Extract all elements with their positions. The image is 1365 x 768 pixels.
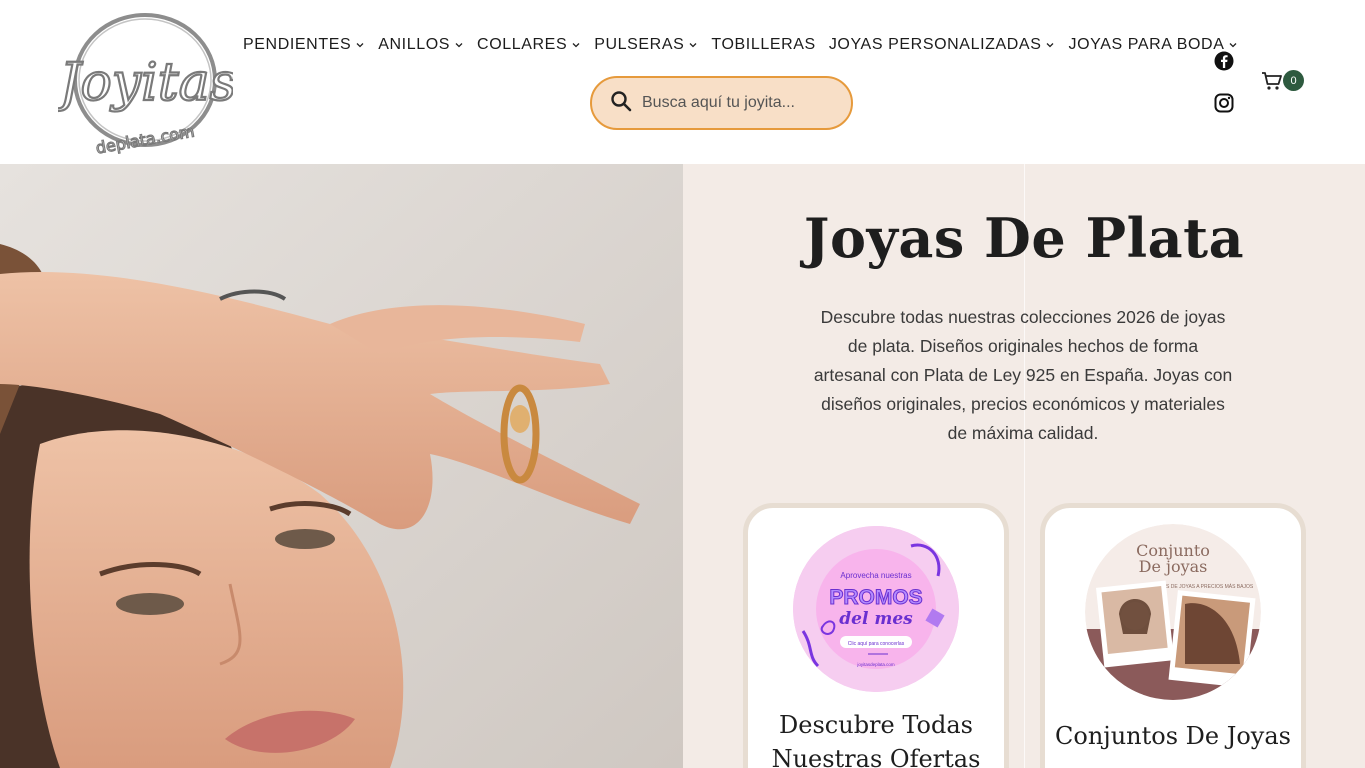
sets-image-line2: De joyas (1139, 557, 1208, 576)
chevron-down-icon (688, 40, 698, 50)
cart-count-badge: 0 (1283, 70, 1304, 91)
promo-image-button: Clic aquí para conocerlas (848, 641, 905, 647)
chevron-down-icon (1045, 40, 1055, 50)
chevron-down-icon (454, 40, 464, 50)
promo-card[interactable]: Aprovecha nuestras PROMOS del mes Clic a… (743, 503, 1009, 768)
promo-card-title[interactable]: Descubre Todas Nuestras Ofertas (748, 708, 1004, 768)
nav-item-joyas-personalizadas[interactable]: JOYAS PERSONALIZADAS (829, 36, 1056, 54)
hero-content: Joyas De Plata Descubre todas nuestras c… (683, 164, 1365, 768)
site-logo[interactable]: Joyitas deplata.com (50, 8, 237, 158)
nav-item-pendientes[interactable]: PENDIENTES (243, 36, 365, 54)
promo-image-line2: PROMOS (829, 586, 922, 609)
promo-card-image: Aprovecha nuestras PROMOS del mes Clic a… (793, 526, 959, 692)
nav-item-pulseras[interactable]: PULSERAS (594, 36, 698, 54)
sets-image-line3: PACKS DE JOYAS A PRECIOS MÁS BAJOS (1153, 583, 1254, 590)
nav-item-tobilleras[interactable]: TOBILLERAS (711, 36, 815, 54)
nav-item-label: ANILLOS (378, 36, 451, 53)
main-nav: PENDIENTES ANILLOS COLLARES PULSERAS TOBILLE… (243, 33, 1251, 57)
instagram-icon[interactable] (1213, 92, 1235, 114)
logo-subtext: deplata.com (94, 122, 196, 158)
chevron-down-icon (355, 40, 365, 50)
search-bar[interactable] (590, 76, 853, 130)
hero-title: Joyas De Plata (803, 206, 1245, 270)
nav-item-label: PULSERAS (594, 36, 685, 53)
search-icon[interactable] (610, 90, 632, 117)
facebook-icon[interactable] (1213, 50, 1235, 72)
nav-item-label: PENDIENTES (243, 36, 352, 53)
promo-image-line1: Aprovecha nuestras (840, 571, 911, 580)
sets-card-title[interactable]: Conjuntos De Joyas (1045, 719, 1301, 753)
cart-icon (1261, 72, 1283, 96)
hero-photo (0, 164, 683, 768)
nav-item-collares[interactable]: COLLARES (477, 36, 581, 54)
site-header: Joyitas deplata.com PENDIENTES ANILLOS COL… (0, 0, 1365, 164)
logo-text: Joyitas (58, 53, 233, 113)
promo-image-line3: del mes (839, 609, 913, 629)
nav-item-label: TOBILLERAS (711, 36, 816, 53)
cart-button[interactable]: 0 (1261, 70, 1307, 96)
sets-card[interactable]: Conjunto De joyas PACKS DE JOYAS A PRECI… (1040, 503, 1306, 768)
chevron-down-icon (1228, 40, 1238, 50)
nav-item-label: COLLARES (477, 36, 568, 53)
nav-item-anillos[interactable]: ANILLOS (378, 36, 464, 54)
sets-card-image: Conjunto De joyas PACKS DE JOYAS A PRECI… (1085, 524, 1261, 700)
chevron-down-icon (571, 40, 581, 50)
promo-image-url: joyitasdeplata.com (856, 662, 895, 667)
nav-item-label: JOYAS PARA BODA (1068, 36, 1225, 53)
search-input[interactable] (642, 94, 832, 112)
nav-item-label: JOYAS PERSONALIZADAS (828, 36, 1042, 53)
hero-description: Descubre todas nuestras colecciones 2026… (813, 307, 1233, 443)
